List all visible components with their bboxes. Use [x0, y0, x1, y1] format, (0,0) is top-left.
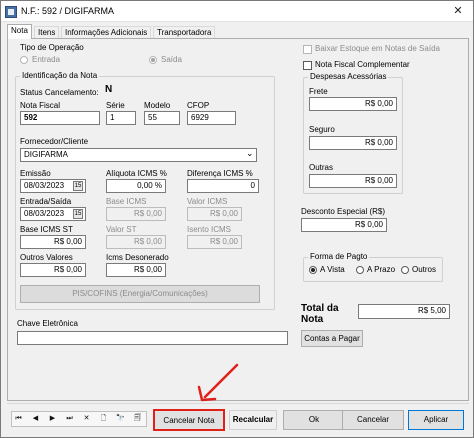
calendar-icon[interactable]: 15 [73, 181, 83, 191]
copy-icon[interactable]: 🗐 [132, 413, 143, 426]
radio-entrada-label: Entrada [32, 55, 61, 64]
outras-label: Outras [309, 163, 334, 172]
tab-bar: Nota Itens Informações Adicionais Transp… [7, 24, 467, 39]
tab-transportadora[interactable]: Transportadora [153, 26, 216, 38]
desconto-label: Desconto Especial (R$) [301, 207, 386, 216]
nota-fiscal-input[interactable]: 592 [20, 111, 100, 125]
status-cancelamento-value: N [105, 84, 113, 95]
prior-record-icon[interactable]: ◀ [30, 413, 41, 426]
radio-saida[interactable] [149, 56, 157, 64]
forma-pagto-title: Forma de Pagto [308, 252, 370, 261]
aliquota-input[interactable]: 0,00 % [106, 179, 166, 193]
nota-complementar-label: Nota Fiscal Complementar [315, 60, 410, 69]
tab-itens[interactable]: Itens [34, 26, 60, 38]
valor-st-label: Valor ST [106, 225, 137, 234]
baixar-estoque-checkbox[interactable] [303, 45, 312, 54]
recalcular-button[interactable]: Recalcular [229, 410, 277, 430]
total-label-line1: Total da [301, 303, 339, 314]
binoculars-search-icon[interactable]: 🔭 [115, 413, 126, 426]
icms-desonerado-label: Icms Desonerado [106, 253, 169, 262]
radio-a-vista[interactable] [309, 266, 317, 274]
total-label-line2: Nota [301, 314, 324, 325]
identificacao-title: Identificação da Nota [20, 71, 100, 80]
close-icon[interactable]: ✕ [449, 3, 467, 19]
desconto-input[interactable]: R$ 0,00 [301, 218, 387, 232]
base-icms-st-input[interactable]: R$ 0,00 [20, 235, 86, 249]
first-record-icon[interactable]: ⏮ [13, 413, 24, 426]
seguro-label: Seguro [309, 125, 335, 134]
radio-saida-label: Saída [161, 55, 182, 64]
tab-nota[interactable]: Nota [7, 24, 32, 39]
cancelar-nota-button[interactable]: Cancelar Nota [153, 409, 225, 431]
calendar-icon[interactable]: 15 [73, 209, 83, 219]
cancelar-button[interactable]: Cancelar [342, 410, 404, 430]
total-value: R$ 5,00 [358, 304, 450, 319]
outros-valores-input[interactable]: R$ 0,00 [20, 263, 86, 277]
frete-label: Frete [309, 87, 328, 96]
radio-outros[interactable] [401, 266, 409, 274]
serie-label: Série [106, 101, 125, 110]
footer-separator [7, 403, 469, 404]
icms-desonerado-input[interactable]: R$ 0,00 [106, 263, 166, 277]
contas-a-pagar-button[interactable]: Contas a Pagar [301, 330, 363, 347]
diferenca-label: Diferença ICMS % [187, 169, 253, 178]
aliquota-label: Alíquota ICMS % [106, 169, 167, 178]
title-bar[interactable]: N.F.: 592 / DIGIFARMA ✕ [1, 1, 473, 22]
chevron-down-icon[interactable]: ⌄ [246, 148, 254, 159]
despesas-title: Despesas Acessórias [308, 72, 389, 81]
serie-input[interactable]: 1 [106, 111, 136, 125]
radio-a-prazo-label: A Prazo [367, 265, 396, 274]
isento-icms-label: Isento ICMS [187, 225, 232, 234]
frete-input[interactable]: R$ 0,00 [309, 97, 397, 111]
nota-fiscal-window: N.F.: 592 / DIGIFARMA ✕ Nota Itens Infor… [0, 0, 474, 438]
aplicar-button[interactable]: Aplicar [408, 410, 464, 430]
seguro-input[interactable]: R$ 0,00 [309, 136, 397, 150]
new-document-icon[interactable]: 🗋 [98, 413, 109, 426]
radio-a-vista-label: A Vista [320, 265, 345, 274]
chave-eletronica-input[interactable] [17, 331, 288, 345]
annotation-arrow [197, 363, 239, 402]
base-icms-input[interactable]: R$ 0,00 [106, 207, 166, 221]
valor-icms-input[interactable]: R$ 0,00 [187, 207, 242, 221]
baixar-estoque-label: Baixar Estoque em Notas de Saída [315, 44, 440, 53]
nota-complementar-checkbox[interactable] [303, 61, 312, 70]
cfop-label: CFOP [187, 101, 210, 110]
status-cancelamento-label: Status Cancelamento: [20, 88, 99, 97]
pis-cofins-button[interactable]: PIS/COFINS (Energia/Comunicações) [20, 285, 260, 303]
radio-entrada[interactable] [20, 56, 28, 64]
cfop-input[interactable]: 6929 [187, 111, 236, 125]
ok-button[interactable]: Ok [283, 410, 345, 430]
base-icms-label: Base ICMS [106, 197, 147, 206]
entrada-saida-label: Entrada/Saída [20, 197, 72, 206]
app-icon [5, 6, 17, 18]
outras-input[interactable]: R$ 0,00 [309, 174, 397, 188]
tab-informacoes-adicionais[interactable]: Informações Adicionais [61, 26, 152, 38]
isento-icms-input[interactable]: R$ 0,00 [187, 235, 242, 249]
tipo-operacao-title: Tipo de Operação [20, 43, 84, 52]
nota-fiscal-label: Nota Fiscal [20, 101, 61, 110]
valor-st-input[interactable]: R$ 0,00 [106, 235, 166, 249]
radio-outros-label: Outros [412, 265, 437, 274]
modelo-label: Modelo [144, 101, 171, 110]
next-record-icon[interactable]: ▶ [47, 413, 58, 426]
valor-icms-label: Valor ICMS [187, 197, 228, 206]
radio-a-prazo[interactable] [356, 266, 364, 274]
delete-icon[interactable]: ✕ [81, 413, 92, 426]
base-icms-st-label: Base ICMS ST [20, 225, 73, 234]
fornecedor-select[interactable]: DIGIFARMA [20, 148, 257, 162]
last-record-icon[interactable]: ⏭ [64, 413, 75, 426]
modelo-input[interactable]: 55 [144, 111, 180, 125]
diferenca-input[interactable]: 0 [187, 179, 259, 193]
emissao-label: Emissão [20, 169, 51, 178]
chave-eletronica-label: Chave Eletrônica [17, 319, 78, 328]
outros-valores-label: Outros Valores [20, 253, 73, 262]
window-title: N.F.: 592 / DIGIFARMA [21, 6, 115, 16]
fornecedor-label: Fornecedor/Cliente [20, 137, 89, 146]
